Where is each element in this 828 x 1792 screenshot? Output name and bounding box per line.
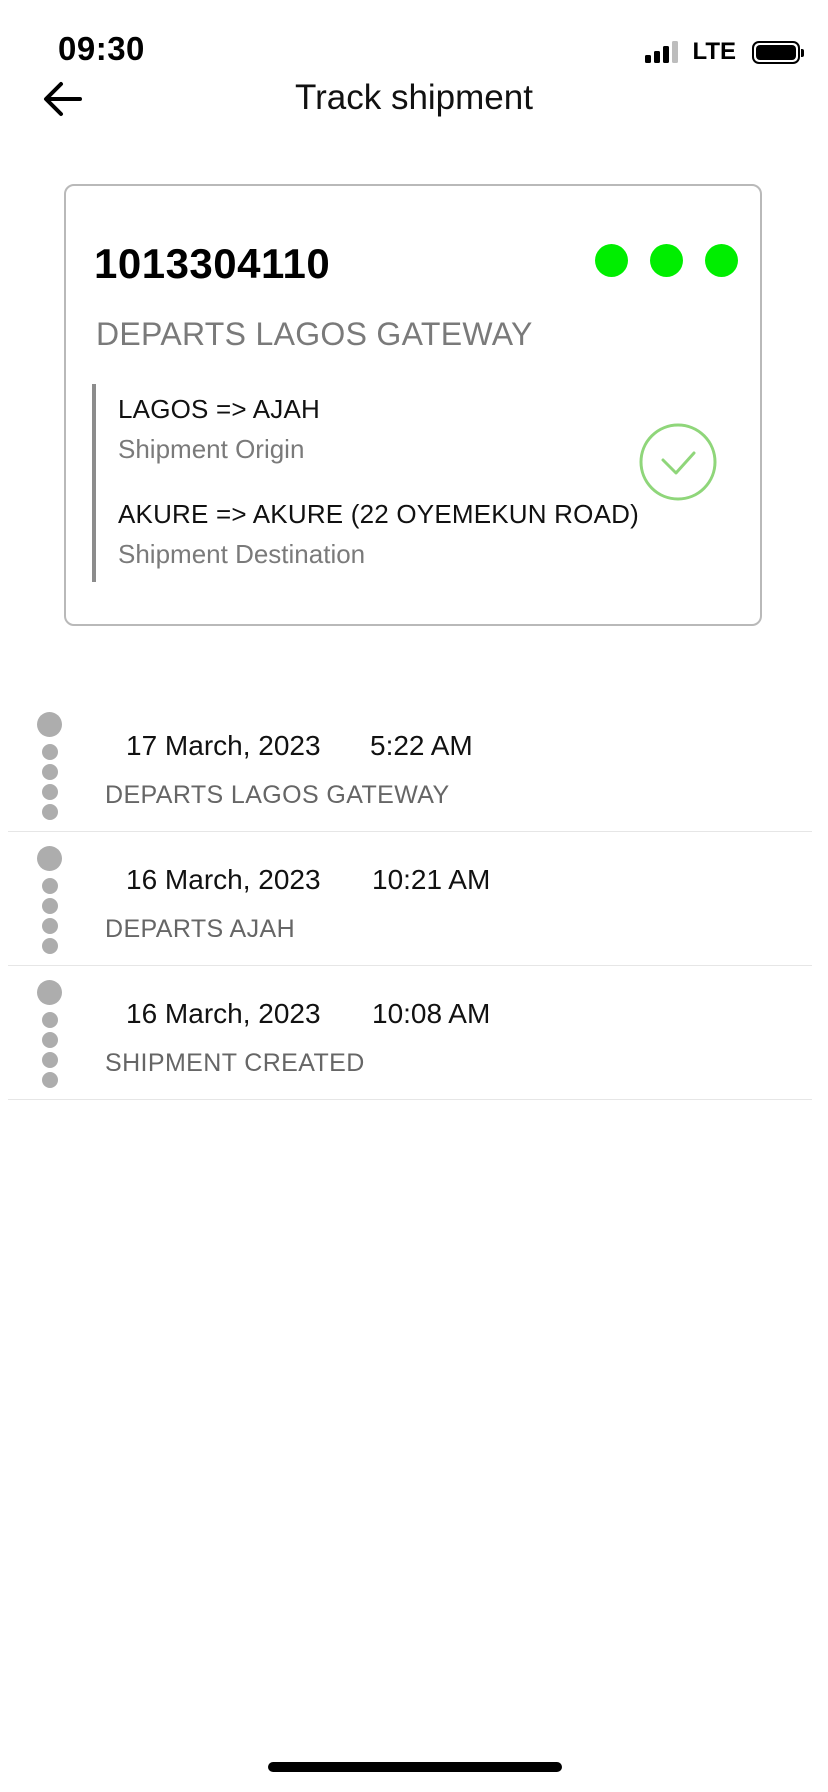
progress-indicator [595,244,738,277]
network-type: LTE [692,38,736,65]
timeline-item: 16 March, 2023 10:21 AM DEPARTS AJAH [8,832,812,966]
timeline-date: 16 March, 2023 [126,864,321,895]
header: Track shipment [0,66,828,132]
shipment-card: 1013304110 DEPARTS LAGOS GATEWAY LAGOS =… [64,184,762,626]
timeline-marker-icon [28,712,72,822]
check-circle-icon [639,423,717,501]
timeline-time: 10:08 AM [372,998,491,1029]
destination-route: AKURE => AKURE (22 OYEMEKUN ROAD) [118,499,639,529]
signal-strength-icon [645,41,679,63]
status-time: 09:30 [58,30,145,67]
timeline-date: 16 March, 2023 [126,998,321,1029]
timeline-marker-icon [28,980,72,1090]
battery-icon [752,40,804,64]
progress-dot [595,244,628,277]
timeline-time: 10:21 AM [372,864,491,895]
timeline-item: 17 March, 2023 5:22 AM DEPARTS LAGOS GATEW… [8,698,812,832]
timeline-event: SHIPMENT CREATED [105,1049,365,1077]
origin-route: LAGOS => AJAH [118,394,321,424]
progress-dot [650,244,683,277]
origin-caption: Shipment Origin [118,434,305,464]
timeline-date: 17 March, 2023 [126,730,321,761]
route-block: LAGOS => AJAH Shipment Origin AKURE => A… [92,384,656,582]
destination-caption: Shipment Destination [118,539,366,569]
timeline-marker-icon [28,846,72,956]
timeline-time: 5:22 AM [370,730,473,761]
timeline-item: 16 March, 2023 10:08 AM SHIPMENT CREATED [8,966,812,1100]
page-title: Track shipment [295,78,533,117]
status-indicators: LTE [645,38,804,66]
current-status: DEPARTS LAGOS GATEWAY [96,316,533,352]
tracking-number: 1013304110 [94,240,331,287]
tracking-timeline: 17 March, 2023 5:22 AM DEPARTS LAGOS GATEW… [8,698,812,1100]
home-indicator[interactable] [268,1762,562,1772]
timeline-event: DEPARTS AJAH [105,915,296,943]
progress-dot [705,244,738,277]
timeline-event: DEPARTS LAGOS GATEWAY [105,781,450,809]
